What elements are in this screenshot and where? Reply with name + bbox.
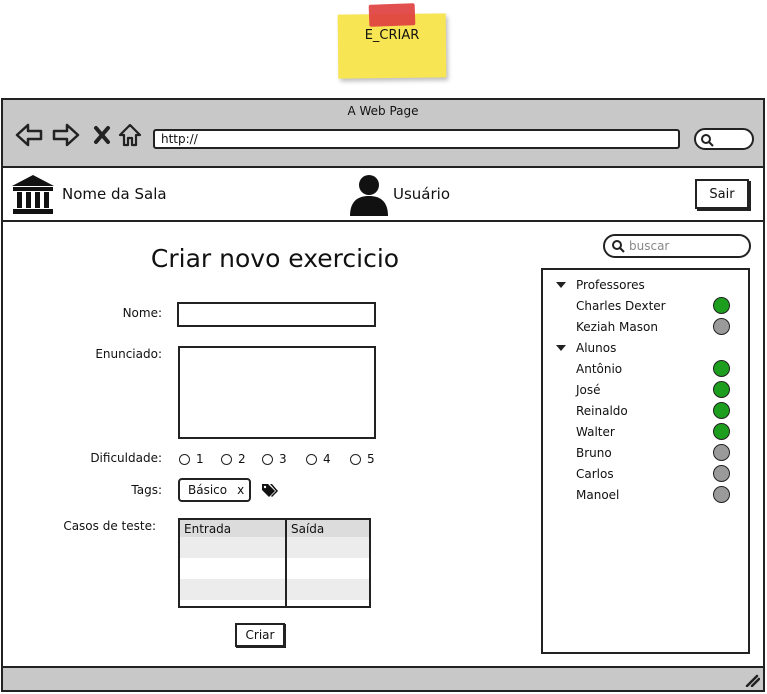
list-item[interactable]: Carlos xyxy=(576,463,746,484)
header-divider xyxy=(3,220,763,222)
url-field[interactable]: http:// xyxy=(153,129,680,149)
status-indicator xyxy=(713,381,730,398)
browser-title: A Web Page xyxy=(347,104,419,118)
statement-label: Enunciado: xyxy=(95,347,162,361)
column-divider xyxy=(285,520,287,606)
page-title: Criar novo exercicio xyxy=(150,244,400,273)
user-name[interactable]: Usuário xyxy=(393,185,450,203)
create-button[interactable]: Criar xyxy=(235,623,285,647)
chevron-down-icon[interactable] xyxy=(556,344,566,351)
user-avatar-icon[interactable] xyxy=(348,173,390,217)
radio-circle xyxy=(306,453,317,465)
radio-circle xyxy=(350,453,361,465)
logout-button[interactable]: Sair xyxy=(695,179,749,209)
member-name: Walter xyxy=(576,424,615,439)
forward-arrow-icon[interactable] xyxy=(52,121,80,149)
back-arrow-icon[interactable] xyxy=(15,121,43,149)
difficulty-radio-2[interactable]: 2 xyxy=(221,452,246,466)
status-indicator xyxy=(713,360,730,377)
tree-group-students[interactable]: Alunos xyxy=(556,337,746,358)
table-row[interactable] xyxy=(180,537,369,558)
radio-circle xyxy=(262,453,273,465)
status-indicator xyxy=(713,318,730,335)
tag-chip[interactable]: Básico x xyxy=(178,478,251,502)
column-header-output: Saída xyxy=(291,522,325,536)
room-name: Nome da Sala xyxy=(62,185,167,203)
sidebar-search-input[interactable]: buscar xyxy=(603,234,751,258)
institution-icon xyxy=(10,172,56,218)
radio-label: 1 xyxy=(196,452,204,466)
column-header-input: Entrada xyxy=(184,522,232,536)
name-label: Nome: xyxy=(122,306,162,320)
search-icon xyxy=(701,134,714,147)
test-cases-label: Casos de teste: xyxy=(63,519,156,533)
member-name: Bruno xyxy=(576,445,612,460)
list-item[interactable]: Charles Dexter xyxy=(576,295,746,316)
member-name: Antônio xyxy=(576,361,623,376)
radio-label: 4 xyxy=(323,452,331,466)
browser-search-field[interactable] xyxy=(694,128,754,150)
list-item[interactable]: Keziah Mason xyxy=(576,316,746,337)
test-cases-table[interactable]: Entrada Saída xyxy=(178,518,371,608)
statement-textarea[interactable] xyxy=(178,346,376,439)
member-name: Keziah Mason xyxy=(576,319,658,334)
difficulty-label: Dificuldade: xyxy=(90,451,162,465)
radio-circle xyxy=(179,453,190,465)
list-item[interactable]: José xyxy=(576,379,746,400)
status-indicator xyxy=(713,297,730,314)
list-item[interactable]: Antônio xyxy=(576,358,746,379)
radio-label: 5 xyxy=(367,452,375,466)
search-placeholder: buscar xyxy=(629,239,670,253)
member-name: Charles Dexter xyxy=(576,298,666,313)
list-item[interactable]: Manoel xyxy=(576,484,746,505)
status-indicator xyxy=(713,402,730,419)
tags-icon[interactable] xyxy=(261,482,279,498)
member-name: Carlos xyxy=(576,466,614,481)
browser-status-bar xyxy=(3,666,763,690)
table-row[interactable] xyxy=(180,579,369,600)
member-name: José xyxy=(576,382,601,397)
tag-remove-button[interactable]: x xyxy=(237,483,244,497)
radio-label: 2 xyxy=(238,452,246,466)
radio-circle xyxy=(221,453,232,465)
sticky-note-label: E_CRIAR xyxy=(364,28,420,43)
status-indicator xyxy=(713,486,730,503)
resize-grip-icon[interactable] xyxy=(744,672,761,688)
list-item[interactable]: Walter xyxy=(576,421,746,442)
member-name: Manoel xyxy=(576,487,620,502)
search-icon xyxy=(612,240,625,253)
status-indicator xyxy=(713,465,730,482)
member-name: Reinaldo xyxy=(576,403,628,418)
status-indicator xyxy=(713,444,730,461)
difficulty-radio-3[interactable]: 3 xyxy=(262,452,287,466)
difficulty-radio-5[interactable]: 5 xyxy=(350,452,375,466)
tree-group-label: Professores xyxy=(576,277,645,292)
close-icon[interactable] xyxy=(88,121,116,149)
home-icon[interactable] xyxy=(116,121,144,149)
tree-group-professors[interactable]: Professores xyxy=(556,274,746,295)
sticky-tape xyxy=(368,3,416,27)
tag-chip-label: Básico xyxy=(188,483,228,497)
status-indicator xyxy=(713,423,730,440)
list-item[interactable]: Bruno xyxy=(576,442,746,463)
chevron-down-icon[interactable] xyxy=(556,281,566,288)
radio-label: 3 xyxy=(279,452,287,466)
tree-group-label: Alunos xyxy=(576,340,617,355)
list-item[interactable]: Reinaldo xyxy=(576,400,746,421)
tags-label: Tags: xyxy=(131,483,162,497)
difficulty-radio-1[interactable]: 1 xyxy=(179,452,204,466)
table-row[interactable] xyxy=(180,558,369,579)
name-input[interactable] xyxy=(177,302,376,327)
difficulty-radio-4[interactable]: 4 xyxy=(306,452,331,466)
